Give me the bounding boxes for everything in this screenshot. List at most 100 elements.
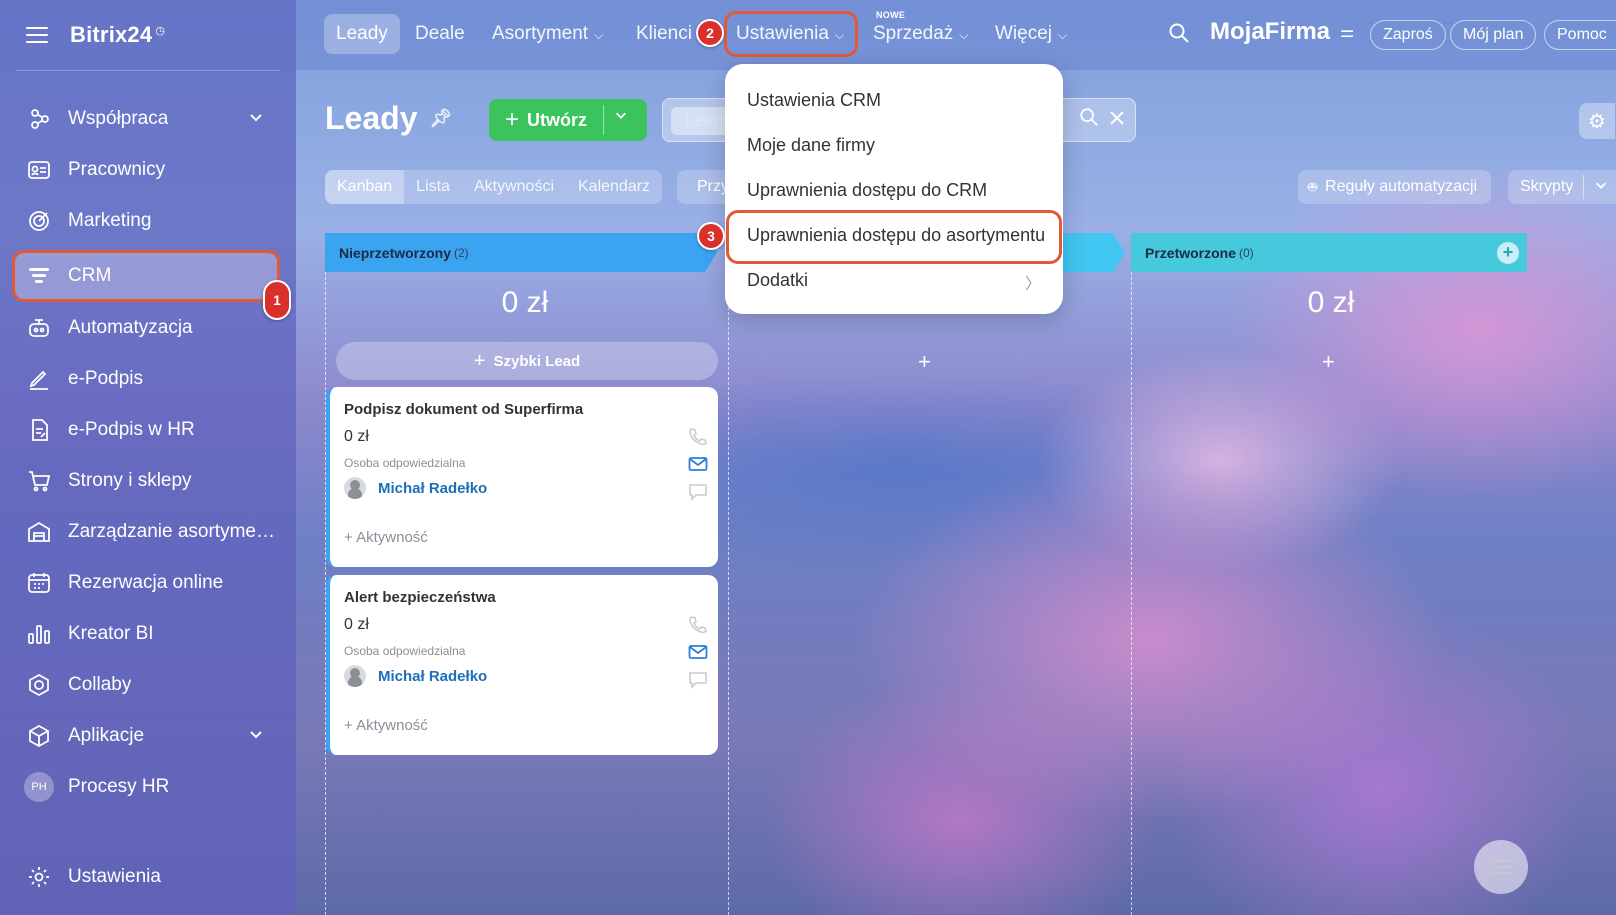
tab-klienci[interactable]: Klienci [636,14,692,54]
add-column-icon[interactable]: + [1497,242,1519,264]
tab-sprzedaz[interactable]: Sprzedaż ⌵ [873,14,968,54]
sidebar-item-pracownicy[interactable]: Pracownicy [14,146,280,194]
plus-icon: + [473,349,486,372]
sidebar-item-kreator-bi[interactable]: Kreator BI [14,610,280,658]
sidebar-item-label: Współpraca [68,108,169,129]
card-user[interactable]: Michał Radełko [344,477,718,499]
my-plan-button[interactable]: Mój plan [1450,20,1537,50]
view-lista[interactable]: Lista [404,170,462,204]
sidebar-item-label: Kreator BI [68,623,154,644]
add-item-plus-icon[interactable]: + [918,349,931,375]
sidebar-item-label: Rezerwacja online [68,572,224,593]
mail-icon[interactable] [688,643,708,661]
sidebar-item-crm[interactable]: CRM [14,252,280,300]
chat-icon[interactable] [688,671,708,689]
card-user[interactable]: Michał Radełko [344,665,718,687]
card-amount: 0 zł [344,428,369,445]
search-icon[interactable] [1168,22,1190,49]
close-icon[interactable] [1109,109,1125,132]
card-amount: 0 zł [344,616,369,633]
menu-item-uprawnienia-crm[interactable]: Uprawnienia dostępu do CRM [747,180,987,201]
clock-icon: ◷ [155,24,166,37]
robot-icon: 🤖︎ [1308,178,1318,196]
sidebar-item-strony-i-sklepy[interactable]: Strony i sklepy [14,457,280,505]
sidebar: Bitrix24 ◷ Współpraca Pracownicy Marketin… [0,0,296,915]
menu-item-moje-dane-firmy[interactable]: Moje dane firmy [747,135,875,156]
sidebar-item-label: Automatyzacja [68,317,193,338]
sidebar-item-label: e-Podpis w HR [68,419,195,440]
sidebar-item-asortyment[interactable]: Zarządzanie asortymen... [14,508,280,556]
column-divider [728,272,729,915]
logo-row: Bitrix24 ◷ [26,22,165,48]
menu-item-dodatki[interactable]: Dodatki 〉 [747,270,1043,293]
sidebar-item-e-podpis[interactable]: e-Podpis [14,355,280,403]
tab-wiecej[interactable]: Więcej ⌵ [995,14,1067,54]
company-name[interactable]: MojaFirma ⚌ [1210,18,1354,46]
add-activity-link[interactable]: + Aktywność [344,529,718,546]
sidebar-item-wspolpraca[interactable]: Współpraca [14,95,280,143]
app-logo[interactable]: Bitrix24 ◷ [70,22,165,48]
chevron-down-icon[interactable] [248,109,264,131]
view-settings-gear-icon[interactable]: ⚙ [1579,103,1615,139]
sidebar-item-marketing[interactable]: Marketing [14,197,280,245]
collaboration-icon [26,106,52,132]
pin-icon[interactable]: 📌︎ [429,108,452,129]
scripts-button[interactable]: Skrypty [1508,170,1616,204]
cube-icon [26,723,52,749]
column-sum: 0 zł [1307,286,1355,319]
filter-chip[interactable]: Leady [671,107,731,135]
phone-icon[interactable] [688,427,708,446]
chevron-down-icon[interactable] [248,726,264,748]
avatar [344,477,366,499]
chevron-down-icon: ⌵ [594,28,604,42]
card-title[interactable]: Alert bezpieczeństwa [344,589,718,606]
sidebar-item-label: Zarządzanie asortymen... [68,521,278,542]
sidebar-item-ustawienia[interactable]: Ustawienia [14,853,280,901]
mail-icon[interactable] [688,455,708,473]
tab-ustawienia[interactable]: Ustawienia ⌵ [736,14,844,54]
view-aktywnosci[interactable]: Aktywności [462,170,566,204]
sidebar-item-rezerwacja[interactable]: Rezerwacja online [14,559,280,607]
view-kalendarz[interactable]: Kalendarz [566,170,662,204]
chevron-down-icon[interactable] [1594,178,1608,197]
chevron-down-icon[interactable] [614,108,628,127]
sidebar-item-aplikacje[interactable]: Aplikacje [14,712,280,760]
help-list-fab[interactable] [1474,840,1528,894]
column-header-nieprzetworzony[interactable]: Nieprzetworzony (2) [325,233,717,272]
tab-deale[interactable]: Deale [415,14,465,54]
view-kanban[interactable]: Kanban [325,170,405,204]
hexagon-icon [26,672,52,698]
sidebar-item-e-podpis-hr[interactable]: e-Podpis w HR [14,406,280,454]
sidebar-item-procesy-hr[interactable]: PH Procesy HR [14,763,280,811]
employees-icon [26,157,52,183]
signature-icon [26,366,52,392]
automation-rules-button[interactable]: 🤖︎ Reguły automatyzacji [1298,170,1492,204]
quick-lead-button[interactable]: + Szybki Lead [336,342,718,380]
sidebar-item-label: Aplikacje [68,725,145,746]
phone-icon[interactable] [688,615,708,634]
add-activity-link[interactable]: + Aktywność [344,717,718,734]
create-button[interactable]: + Utwórz [489,99,647,141]
chat-icon[interactable] [688,483,708,501]
chevron-right-icon: 〉 [1025,276,1042,293]
help-button[interactable]: Pomoc [1544,20,1616,50]
sidebar-item-automatyzacja[interactable]: Automatyzacja [14,304,280,352]
chevron-down-icon: ⌵ [834,28,845,42]
add-item-plus-icon[interactable]: + [1322,349,1335,375]
column-header-przetworzone[interactable]: Przetworzone (0) + [1131,233,1527,272]
hr-signature-icon [26,417,52,443]
lead-card[interactable]: Alert bezpieczeństwa 0 zł Osoba odpowied… [326,575,718,755]
invite-button[interactable]: Zaproś [1370,20,1446,50]
sidebar-item-label: Pracownicy [68,159,166,180]
menu-item-ustawienia-crm[interactable]: Ustawienia CRM [747,90,881,111]
step-badge-2: 2 [696,19,724,47]
lead-card[interactable]: Podpisz dokument od Superfirma 0 zł Osob… [326,387,718,567]
tab-leady[interactable]: Leady [324,14,400,54]
card-title[interactable]: Podpisz dokument od Superfirma [344,401,718,418]
sidebar-item-collaby[interactable]: Collaby [14,661,280,709]
column-sum: 0 zł [501,286,549,319]
search-icon[interactable] [1079,107,1099,133]
menu-item-uprawnienia-asortymentu[interactable]: Uprawnienia dostępu do asortymentu [747,225,1045,246]
menu-burger-icon[interactable] [26,27,48,43]
tab-asortyment[interactable]: Asortyment ⌵ [492,14,603,54]
